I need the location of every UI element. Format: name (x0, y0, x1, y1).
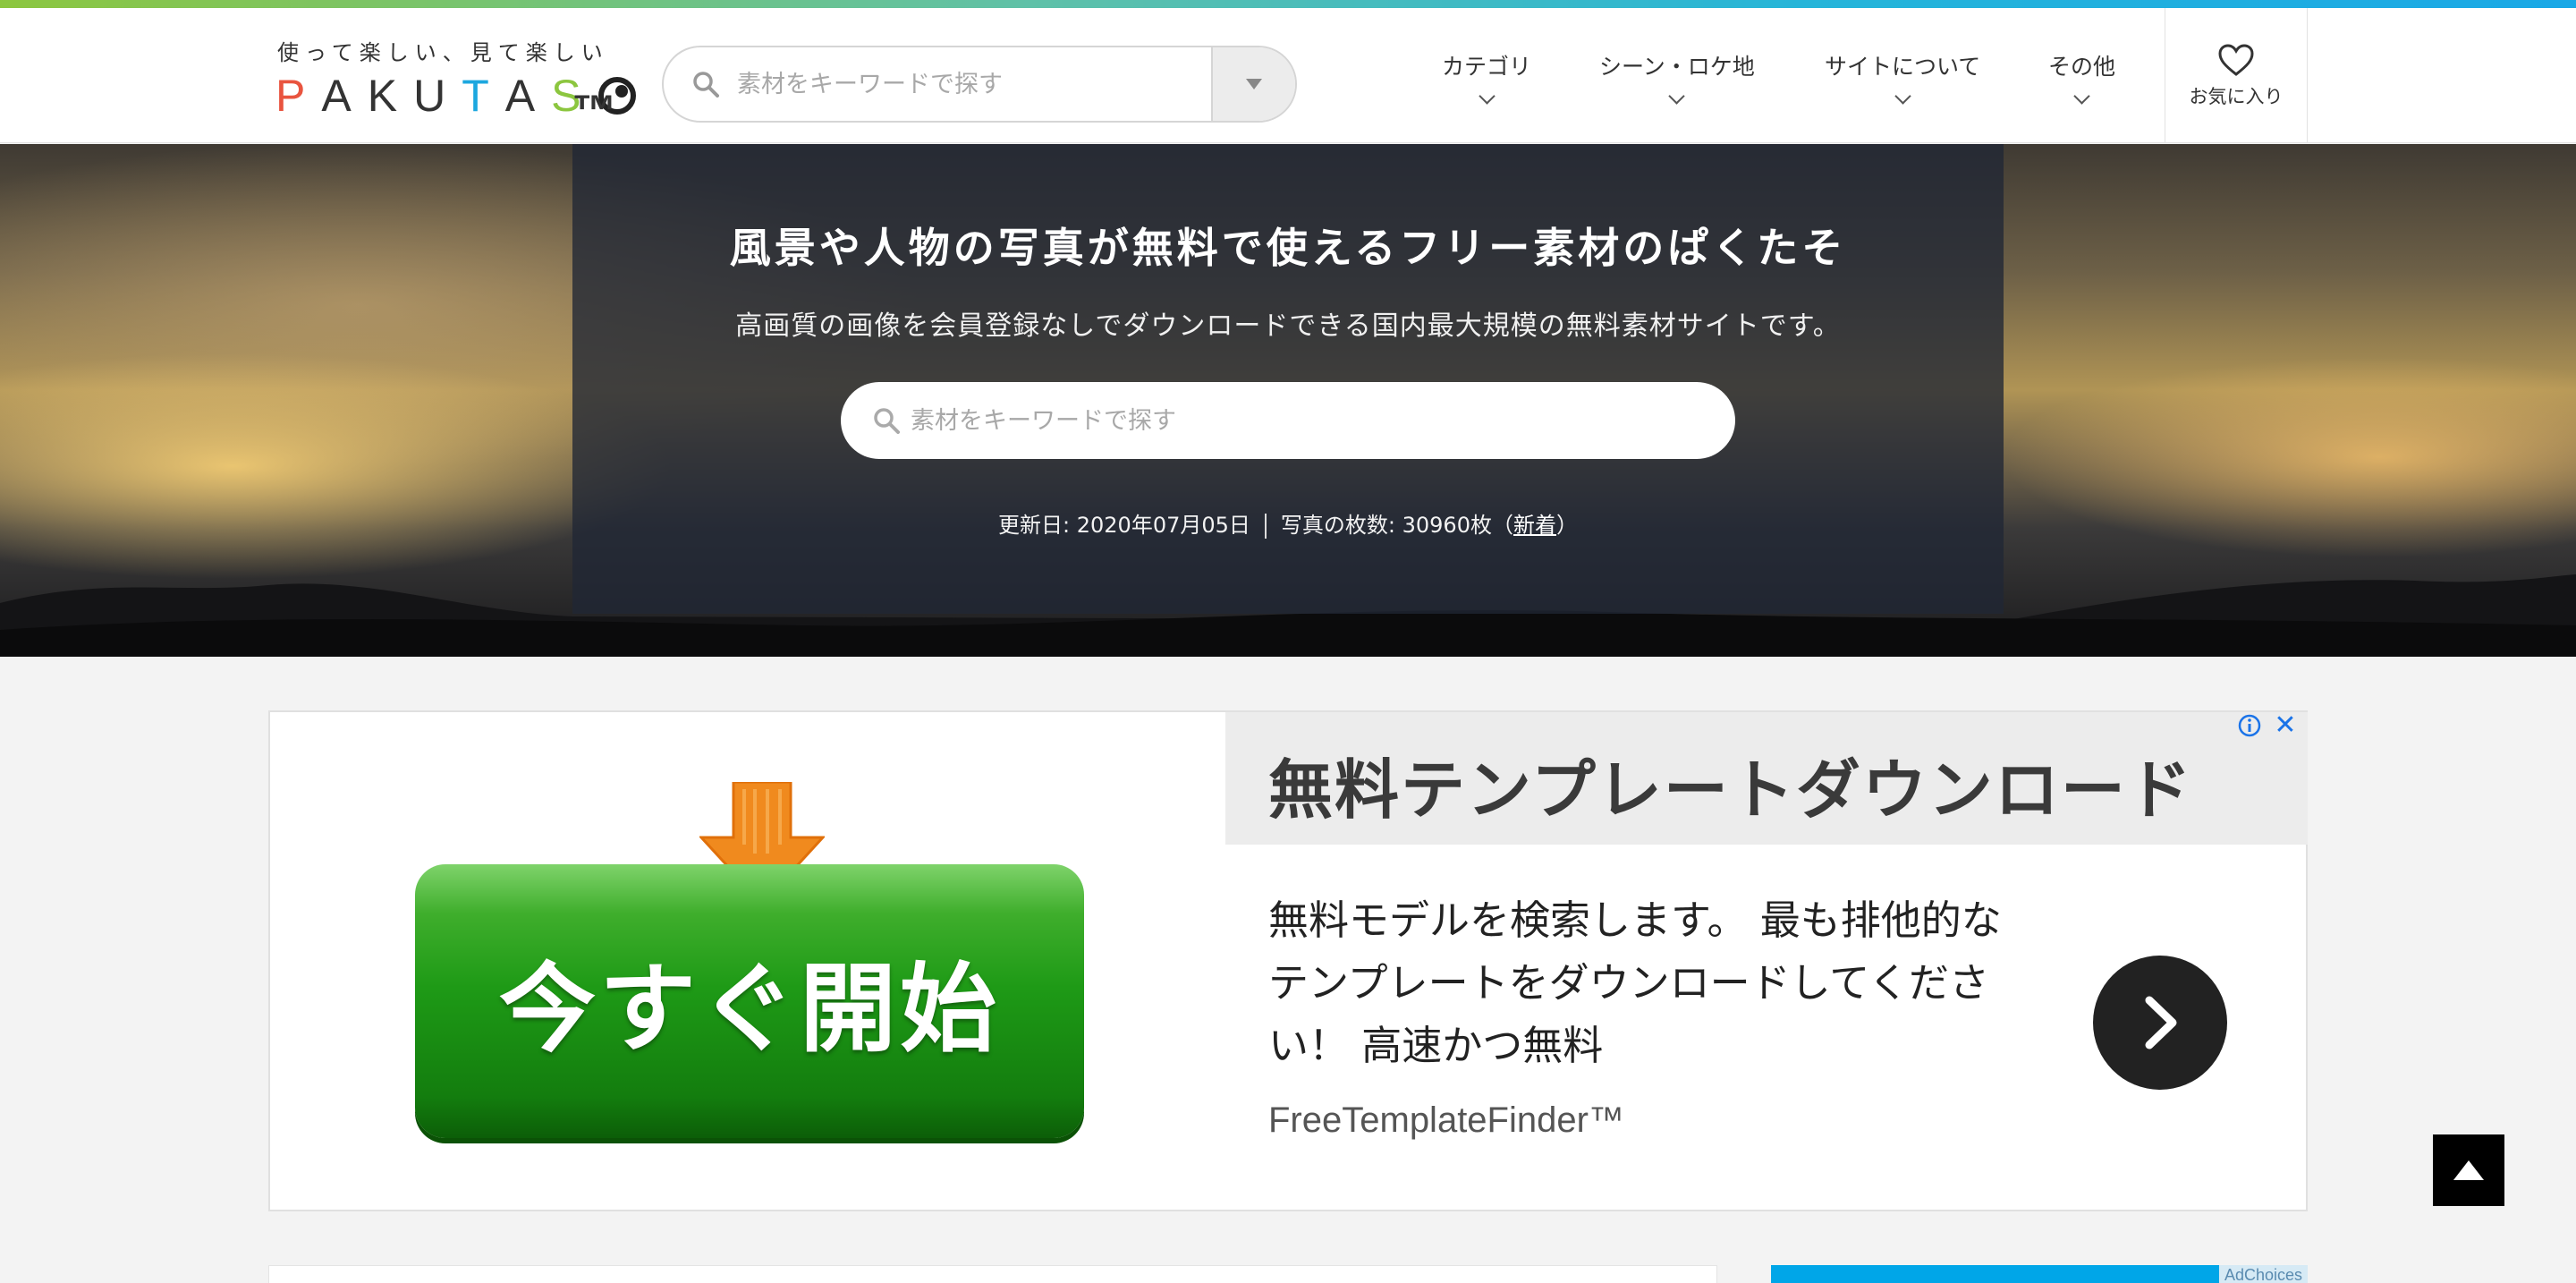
new-photos-link[interactable]: 新着 (1513, 513, 1556, 538)
nav-scenes-locations[interactable]: シーン・ロケ地 (1599, 8, 1755, 143)
logo-tagline: 使って楽しい、見て楽しい (277, 40, 609, 65)
content-card (268, 1265, 1717, 1283)
logo-eye-icon: ™ (572, 77, 637, 136)
logo-letter: A (321, 71, 368, 121)
chevron-right-icon (2145, 996, 2177, 1049)
header-search-input[interactable] (726, 47, 1211, 121)
nav-label: カテゴリ (1442, 54, 1532, 80)
nav-label: サイトについて (1825, 54, 1981, 80)
search-icon (841, 407, 911, 434)
search-icon (664, 47, 726, 121)
nav-categories[interactable]: カテゴリ (1442, 8, 1531, 143)
logo-letter: T (462, 71, 505, 121)
pakutaso-logo[interactable]: 使って楽しい、見て楽しい P A K U T A S ™ (275, 35, 637, 136)
ad-headline: 無料テンプレートダウンロード (1268, 752, 2193, 828)
logo-letter: K (367, 71, 414, 121)
hero-title: 風景や人物の写真が無料で使えるフリー素材のぱくたそ (729, 224, 1847, 272)
site-header: 使って楽しい、見て楽しい P A K U T A S ™ カテゴリ シーン・ロケ… (0, 8, 2576, 143)
chevron-down-icon (1668, 88, 1686, 105)
sidebar-ad[interactable]: AdChoices (1771, 1265, 2308, 1283)
photo-count-suffix: ） (1555, 513, 1578, 538)
back-to-top-button[interactable] (2433, 1134, 2504, 1206)
updated-date: 更新日: 2020年07月05日 (998, 513, 1250, 538)
ad-close-icon[interactable]: ✕ (2270, 712, 2301, 739)
adchoices-label[interactable]: AdChoices (2218, 1265, 2308, 1283)
ad-brand: FreeTemplateFinder™ (1268, 1100, 1624, 1140)
hero-search-input[interactable] (911, 406, 1735, 435)
start-now-label: 今すぐ開始 (498, 954, 1000, 1066)
ad-headline-bar: 無料テンプレートダウンロード (1225, 712, 2308, 845)
favorites-button[interactable]: お気に入り (2165, 8, 2308, 143)
header-search (662, 46, 1297, 123)
logo-trademark: ™ (572, 86, 633, 136)
advertisement-banner[interactable]: 今すぐ開始 無料テンプレートダウンロード ✕ 無料モデルを検索します。 最も排他… (268, 710, 2308, 1211)
nav-about-site[interactable]: サイトについて (1825, 8, 1980, 143)
chevron-down-icon (1894, 88, 1911, 105)
logo-letter: A (504, 71, 552, 121)
chevron-down-icon (1478, 88, 1496, 105)
ad-info-icon[interactable] (2236, 712, 2263, 739)
ad-image: 今すぐ開始 (270, 712, 1225, 1210)
logo-letter: P (275, 71, 322, 121)
triangle-up-icon (2453, 1160, 2484, 1180)
site-stats: 更新日: 2020年07月05日 写真の枚数: 30960枚（新着） (572, 507, 2004, 539)
hero-panel: 風景や人物の写真が無料で使えるフリー素材のぱくたそ 高画質の画像を会員登録なしで… (572, 144, 2004, 614)
ad-description: 無料モデルを検索します。 最も排他的なテンプレートをダウンロードしてください！ … (1268, 896, 2002, 1069)
favorites-label: お気に入り (2189, 85, 2284, 107)
top-gradient-bar (0, 0, 2576, 8)
hero-search (841, 382, 1735, 459)
logo-wordmark: P A K U T A S ™ (275, 71, 637, 136)
triangle-down-icon (1246, 79, 1262, 89)
ad-next-button[interactable] (2093, 956, 2227, 1090)
nav-label: その他 (2048, 54, 2116, 80)
chevron-down-icon (2073, 88, 2090, 105)
divider (1264, 514, 1267, 539)
hero-banner: 風景や人物の写真が無料で使えるフリー素材のぱくたそ 高画質の画像を会員登録なしで… (0, 144, 2576, 657)
search-dropdown-button[interactable] (1211, 47, 1295, 121)
heart-icon (2218, 43, 2254, 76)
nav-other[interactable]: その他 (2048, 8, 2115, 143)
hero-subtitle: 高画質の画像を会員登録なしでダウンロードできる国内最大規模の無料素材サイトです。 (735, 310, 1841, 342)
logo-letter: U (413, 71, 462, 121)
start-now-button[interactable]: 今すぐ開始 (415, 864, 1084, 1138)
nav-label: シーン・ロケ地 (1599, 54, 1755, 80)
photo-count: 写真の枚数: 30960枚（ (1280, 513, 1513, 538)
